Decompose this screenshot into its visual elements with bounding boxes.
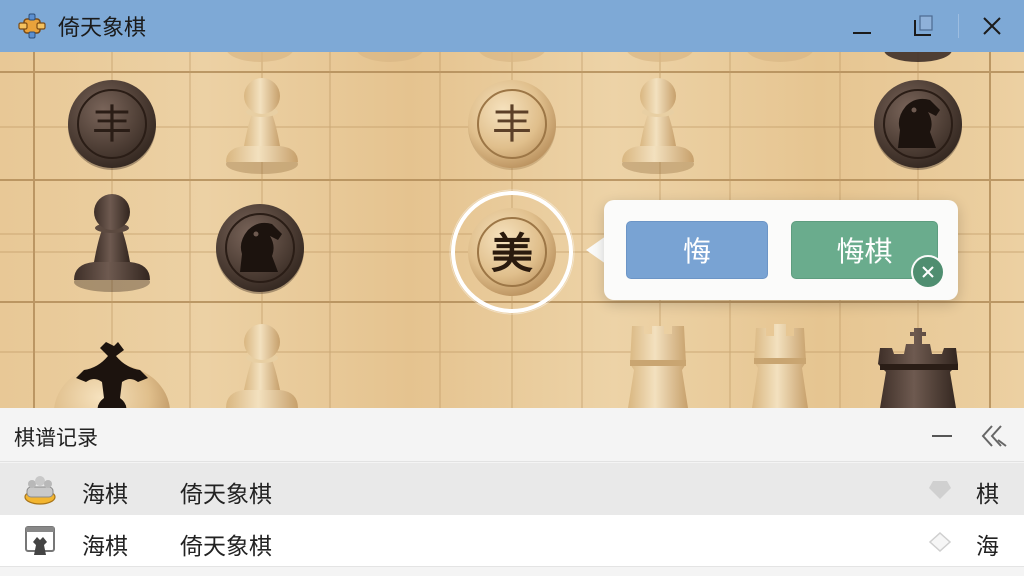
minimize-button[interactable] <box>842 6 882 46</box>
double-chevron-left-icon[interactable] <box>976 418 1012 454</box>
piece-light-feng[interactable]: 丰 <box>468 80 556 170</box>
piece-dark-feng[interactable]: 丰 <box>68 80 156 170</box>
close-icon <box>922 266 934 278</box>
move-action-popup: 悔 悔棋 <box>604 200 958 300</box>
filled-diamond-icon <box>929 481 951 499</box>
chess-app-icon <box>18 13 46 39</box>
selected-piece[interactable]: 美 <box>449 189 575 315</box>
title-bar: 倚天象棋 <box>0 0 1024 52</box>
piece-light-rook-1[interactable] <box>628 326 688 408</box>
piece-dark-knight-2[interactable] <box>216 204 304 294</box>
piece-dark-queen[interactable] <box>878 328 958 408</box>
record-panel-title: 棋谱记录 <box>14 426 98 450</box>
svg-text:丰: 丰 <box>92 102 132 148</box>
svg-text:丰: 丰 <box>492 102 532 148</box>
outline-diamond-icon <box>928 531 952 553</box>
board-avatar-icon <box>25 526 55 555</box>
record-game-name: 倚天象棋 <box>180 482 272 508</box>
record-panel: 棋谱记录 海棋 倚天象棋 棋 海棋 倚天象棋 海 <box>0 408 1024 576</box>
maximize-button[interactable] <box>904 6 944 46</box>
piece-dark-knight-1[interactable] <box>874 80 962 170</box>
window-title: 倚天象棋 <box>58 16 147 41</box>
piece-dark-pawn[interactable] <box>74 194 150 292</box>
piece-light-pawn-3[interactable] <box>226 324 298 408</box>
undo-button[interactable]: 悔 <box>626 221 768 279</box>
record-row[interactable]: 海棋 倚天象棋 海 <box>0 515 1024 567</box>
piece-light-pawn-2[interactable] <box>622 78 694 174</box>
maximize-icon <box>914 15 933 36</box>
minimize-icon <box>853 32 871 34</box>
close-window-button[interactable] <box>972 6 1012 46</box>
popup-close-button[interactable] <box>911 255 945 289</box>
piece-light-rook-2[interactable] <box>752 324 808 408</box>
record-side: 棋 <box>976 482 999 508</box>
record-panel-header: 棋谱记录 <box>0 408 1024 462</box>
crown-avatar-icon <box>24 476 56 505</box>
record-game-name: 倚天象棋 <box>180 534 272 560</box>
minus-icon[interactable] <box>924 418 960 454</box>
title-separator <box>958 14 959 38</box>
record-player-name: 海棋 <box>82 534 128 560</box>
popup-pointer <box>586 236 606 264</box>
selected-piece-label: 美 <box>491 229 533 278</box>
piece-light-pawn-1[interactable] <box>226 78 298 174</box>
record-player-name: 海棋 <box>82 482 128 508</box>
close-icon <box>983 17 1001 35</box>
record-row[interactable]: 海棋 倚天象棋 棋 <box>0 463 1024 515</box>
record-side: 海 <box>976 534 999 560</box>
